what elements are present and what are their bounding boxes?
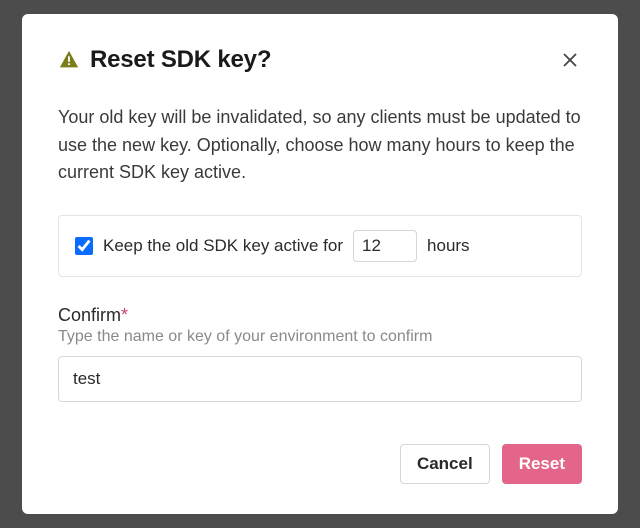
title-group: Reset SDK key? [58, 46, 271, 74]
required-mark: * [121, 305, 128, 325]
keep-active-checkbox[interactable] [75, 237, 93, 255]
reset-button[interactable]: Reset [502, 444, 582, 484]
modal-footer: Cancel Reset [58, 444, 582, 484]
confirm-label: Confirm* [58, 305, 582, 326]
modal-header: Reset SDK key? [58, 46, 582, 74]
keep-active-label-suffix: hours [427, 236, 470, 256]
close-icon [562, 56, 578, 71]
confirm-label-text: Confirm [58, 305, 121, 325]
modal-description: Your old key will be invalidated, so any… [58, 104, 582, 188]
confirm-input[interactable] [58, 356, 582, 402]
close-button[interactable] [558, 48, 582, 72]
cancel-button[interactable]: Cancel [400, 444, 490, 484]
modal-title: Reset SDK key? [90, 46, 271, 74]
keep-active-section: Keep the old SDK key active for hours [58, 215, 582, 277]
reset-sdk-key-modal: Reset SDK key? Your old key will be inva… [22, 14, 618, 515]
hours-input[interactable] [353, 230, 417, 262]
warning-icon [58, 49, 80, 71]
keep-active-label-prefix: Keep the old SDK key active for [103, 236, 343, 256]
confirm-hint: Type the name or key of your environment… [58, 328, 582, 346]
